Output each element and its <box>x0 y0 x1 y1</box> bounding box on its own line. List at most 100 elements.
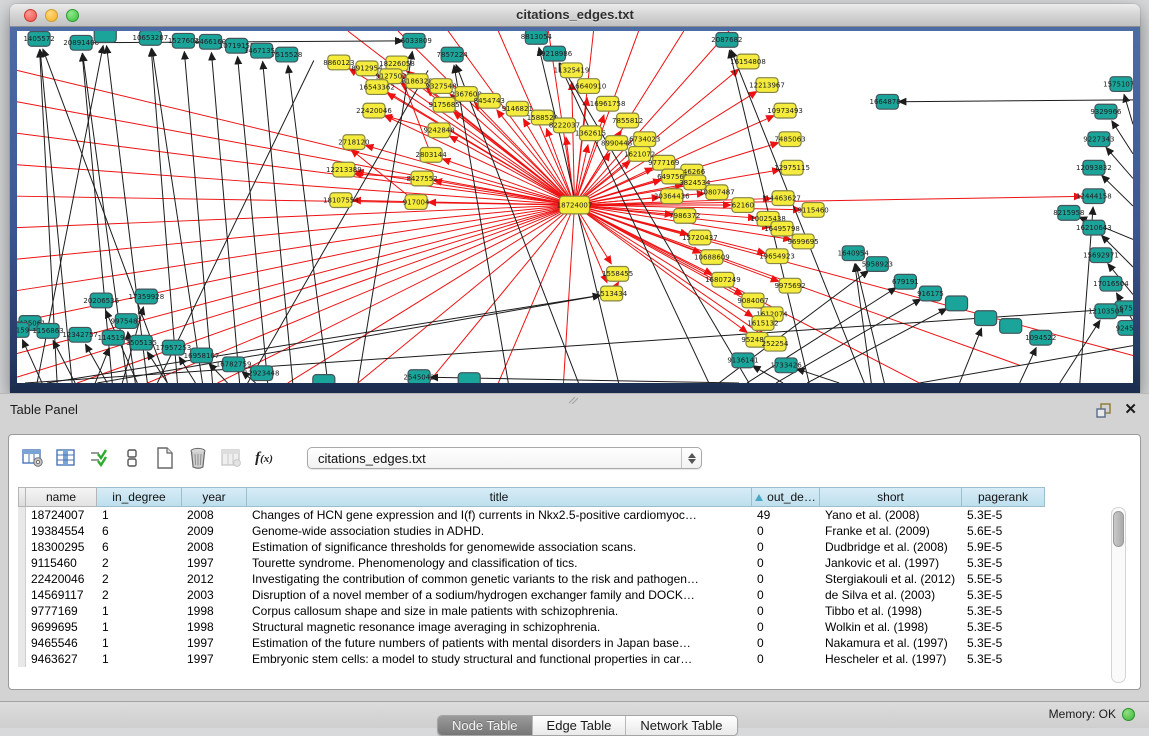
cell-short[interactable]: Wolkin et al. (1998) <box>820 619 962 635</box>
column-header-year[interactable]: year <box>182 487 247 507</box>
table-settings-icon[interactable] <box>19 444 47 472</box>
cell-pagerank[interactable]: 5.3E-5 <box>962 619 1045 635</box>
graph-node[interactable] <box>1000 319 1022 334</box>
network-canvas[interactable]: 8860123891295418226058912750316543362818… <box>17 31 1133 383</box>
cell-title[interactable]: Structural magnetic resonance image aver… <box>247 619 752 635</box>
graph-node[interactable] <box>94 31 116 42</box>
cell-in-degree[interactable]: 1 <box>97 603 182 619</box>
cell-in-degree[interactable]: 2 <box>97 571 182 587</box>
cell-pagerank[interactable]: 5.3E-5 <box>962 635 1045 651</box>
cell-name[interactable]: 9777169 <box>26 603 97 619</box>
cell-pagerank[interactable]: 5.6E-5 <box>962 523 1045 539</box>
cell-short[interactable]: Jankovic et al. (1997) <box>820 555 962 571</box>
cell-name[interactable]: 19384554 <box>26 523 97 539</box>
new-table-icon[interactable] <box>151 444 179 472</box>
cell-title[interactable]: Tourette syndrome. Phenomenology and cla… <box>247 555 752 571</box>
float-window-icon[interactable] <box>1095 402 1113 418</box>
cell-year[interactable]: 2003 <box>182 587 247 603</box>
cell-pagerank[interactable]: 5.3E-5 <box>962 651 1045 667</box>
graph-node[interactable] <box>945 296 967 311</box>
cell-name[interactable]: 18300295 <box>26 539 97 555</box>
column-header-in-degree[interactable]: in_degree <box>97 487 182 507</box>
cell-pagerank[interactable]: 5.9E-5 <box>962 539 1045 555</box>
cell-name[interactable]: 18724007 <box>26 507 97 523</box>
cell-in-degree[interactable]: 1 <box>97 651 182 667</box>
delete-table-icon[interactable] <box>184 444 212 472</box>
cell-in-degree[interactable]: 1 <box>97 507 182 523</box>
show-columns-icon[interactable] <box>52 444 80 472</box>
network-graph[interactable]: 8860123891295418226058912750316543362818… <box>17 31 1133 383</box>
table-row[interactable]: 1938455462009Genome-wide association stu… <box>18 523 1126 539</box>
cell-year[interactable]: 1998 <box>182 619 247 635</box>
cell-title[interactable]: Estimation of significance thresholds fo… <box>247 539 752 555</box>
resize-grip-icon[interactable] <box>568 396 578 404</box>
network-table-select[interactable]: citations_edges.txt <box>307 447 702 469</box>
table-scrollbar[interactable] <box>1111 507 1126 683</box>
table-scrollbar-thumb[interactable] <box>1113 511 1124 547</box>
cell-out-degree[interactable]: 0 <box>752 571 820 587</box>
window-titlebar[interactable]: citations_edges.txt <box>10 4 1140 27</box>
cell-out-degree[interactable]: 0 <box>752 651 820 667</box>
column-header-out-degree[interactable]: out_de… <box>752 487 820 507</box>
cell-in-degree[interactable]: 1 <box>97 619 182 635</box>
cell-pagerank[interactable]: 5.3E-5 <box>962 555 1045 571</box>
import-table-icon[interactable] <box>217 444 245 472</box>
cell-out-degree[interactable]: 0 <box>752 539 820 555</box>
cell-out-degree[interactable]: 0 <box>752 555 820 571</box>
cell-short[interactable]: Yano et al. (2008) <box>820 507 962 523</box>
cell-out-degree[interactable]: 0 <box>752 635 820 651</box>
table-row[interactable]: 1872400712008Changes of HCN gene express… <box>18 507 1126 523</box>
cell-title[interactable]: Genome-wide association studies in ADHD. <box>247 523 752 539</box>
cell-title[interactable]: Embryonic stem cells: a model to study s… <box>247 651 752 667</box>
cell-in-degree[interactable]: 2 <box>97 555 182 571</box>
column-header-pagerank[interactable]: pagerank <box>962 487 1045 507</box>
cell-short[interactable]: Hescheler et al. (1997) <box>820 651 962 667</box>
cell-year[interactable]: 2008 <box>182 539 247 555</box>
table-row[interactable]: 969969511998Structural magnetic resonanc… <box>18 619 1126 635</box>
cell-out-degree[interactable]: 0 <box>752 587 820 603</box>
cell-year[interactable]: 1998 <box>182 603 247 619</box>
cell-in-degree[interactable]: 1 <box>97 635 182 651</box>
cell-in-degree[interactable]: 6 <box>97 523 182 539</box>
graph-node[interactable] <box>458 373 480 383</box>
cell-short[interactable]: Franke et al. (2009) <box>820 523 962 539</box>
cell-year[interactable]: 2009 <box>182 523 247 539</box>
column-header-name[interactable]: name <box>26 487 97 507</box>
cell-name[interactable]: 22420046 <box>26 571 97 587</box>
cell-short[interactable]: Nakamura et al. (1997) <box>820 635 962 651</box>
column-header-short[interactable]: short <box>820 487 962 507</box>
cell-in-degree[interactable]: 2 <box>97 587 182 603</box>
table-row[interactable]: 1830029562008Estimation of significance … <box>18 539 1126 555</box>
cell-year[interactable]: 2012 <box>182 571 247 587</box>
cell-title[interactable]: Changes of HCN gene expression and I(f) … <box>247 507 752 523</box>
cell-title[interactable]: Investigating the contribution of common… <box>247 571 752 587</box>
select-all-icon[interactable] <box>85 444 113 472</box>
column-header-title[interactable]: title <box>247 487 752 507</box>
table-row[interactable]: 977716911998Corpus callosum shape and si… <box>18 603 1126 619</box>
memory-indicator[interactable]: Memory: OK <box>1049 707 1135 721</box>
cell-title[interactable]: Corpus callosum shape and size in male p… <box>247 603 752 619</box>
cell-short[interactable]: Dudbridge et al. (2008) <box>820 539 962 555</box>
cell-year[interactable]: 2008 <box>182 507 247 523</box>
graph-node[interactable] <box>975 311 997 326</box>
cell-out-degree[interactable]: 49 <box>752 507 820 523</box>
tab-network-table[interactable]: Network Table <box>626 716 736 735</box>
table-row[interactable]: 946362711997Embryonic stem cells: a mode… <box>18 651 1126 667</box>
cell-short[interactable]: Stergiakouli et al. (2012) <box>820 571 962 587</box>
cell-out-degree[interactable]: 0 <box>752 619 820 635</box>
cell-name[interactable]: 14569117 <box>26 587 97 603</box>
function-builder-icon[interactable]: f(x) <box>250 444 278 472</box>
table-row[interactable]: 1456911722003Disruption of a novel membe… <box>18 587 1126 603</box>
tab-edge-table[interactable]: Edge Table <box>533 716 627 735</box>
table-row[interactable]: 946554611997Estimation of the future num… <box>18 635 1126 651</box>
cell-pagerank[interactable]: 5.3E-5 <box>962 603 1045 619</box>
cell-title[interactable]: Estimation of the future numbers of pati… <box>247 635 752 651</box>
table-row[interactable]: 911546021997Tourette syndrome. Phenomeno… <box>18 555 1126 571</box>
cell-out-degree[interactable]: 0 <box>752 523 820 539</box>
table-row[interactable]: 2242004622012Investigating the contribut… <box>18 571 1126 587</box>
cell-name[interactable]: 9465546 <box>26 635 97 651</box>
graph-node[interactable] <box>313 375 335 383</box>
cell-pagerank[interactable]: 5.3E-5 <box>962 587 1045 603</box>
cell-short[interactable]: Tibbo et al. (1998) <box>820 603 962 619</box>
close-panel-icon[interactable]: ✕ <box>1124 400 1137 418</box>
